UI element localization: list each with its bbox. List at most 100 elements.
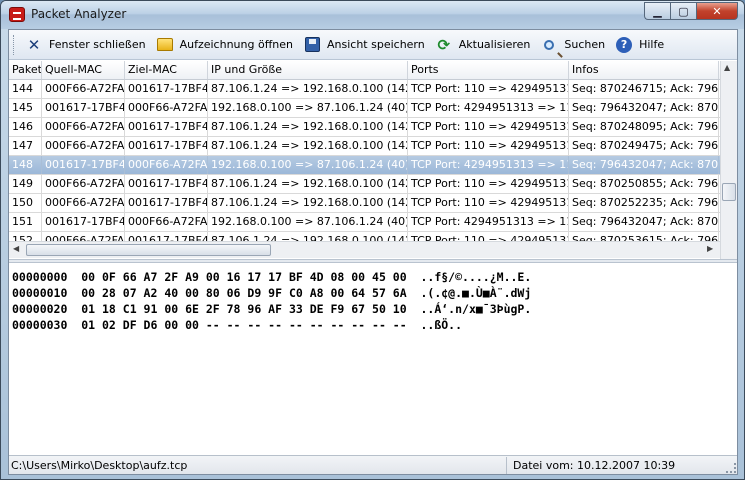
scroll-right-arrow-icon[interactable]: ▶: [707, 244, 713, 253]
cell-info: Seq: 870246715; Ack: 79643204: [569, 80, 719, 98]
cell-source-mac: 000F66-A72FA9: [42, 175, 125, 193]
open-recording-button[interactable]: Aufzeichnung öffnen: [152, 33, 299, 57]
cell-info: Seq: 796432047; Ack: 87025361: [569, 213, 719, 231]
close-window-tool-button[interactable]: ✕ Fenster schließen: [21, 33, 152, 57]
cell-ip-size: 87.106.1.24 => 192.168.0.100 (1420): [208, 80, 408, 98]
open-recording-label: Aufzeichnung öffnen: [179, 38, 293, 51]
column-header-source-mac[interactable]: Quell-MAC: [42, 61, 125, 79]
table-body: 144000F66-A72FA9001617-17BF4D87.106.1.24…: [9, 80, 737, 251]
hex-line: 00000020 01 18 C1 91 00 6E 2F 78 96 AF 3…: [12, 302, 532, 316]
file-path-status: C:\Users\Mirko\Desktop\aufz.tcp: [9, 456, 507, 474]
toolbar-grip[interactable]: [13, 34, 17, 55]
cell-packet: 150: [9, 194, 42, 212]
cell-source-mac: 001617-17BF4D: [42, 99, 125, 117]
cell-source-mac: 000F66-A72FA9: [42, 118, 125, 136]
refresh-icon: ⟳: [437, 35, 451, 54]
cell-source-mac: 000F66-A72FA9: [42, 80, 125, 98]
app-icon: [9, 7, 25, 22]
vertical-scroll-thumb[interactable]: [722, 183, 736, 201]
app-window: Packet Analyzer ▁ ▢ ✕ ✕ Fenster schließe…: [0, 0, 745, 480]
table-row[interactable]: 149000F66-A72FA9001617-17BF4D87.106.1.24…: [9, 175, 737, 194]
help-button[interactable]: ? Hilfe: [611, 33, 670, 57]
cell-packet: 149: [9, 175, 42, 193]
close-window-button[interactable]: ✕: [696, 2, 738, 20]
column-header-dest-mac[interactable]: Ziel-MAC: [125, 61, 208, 79]
cell-info: Seq: 870248095; Ack: 79643204: [569, 118, 719, 136]
search-button[interactable]: Suchen: [536, 33, 611, 57]
minimize-button[interactable]: ▁: [644, 2, 670, 20]
table-header: Paket Quell-MAC Ziel-MAC IP und Größe Po…: [9, 61, 737, 80]
cell-ip-size: 87.106.1.24 => 192.168.0.100 (1420): [208, 194, 408, 212]
cell-source-mac: 000F66-A72FA9: [42, 137, 125, 155]
maximize-button[interactable]: ▢: [670, 2, 696, 20]
table-row[interactable]: 147000F66-A72FA9001617-17BF4D87.106.1.24…: [9, 137, 737, 156]
cell-dest-mac: 001617-17BF4D: [125, 175, 208, 193]
cell-dest-mac: 000F66-A72FA9: [125, 213, 208, 231]
file-date-status: Datei vom: 10.12.2007 10:39: [513, 458, 676, 472]
cell-ports: TCP Port: 4294951313 => 110: [408, 213, 569, 231]
maximize-icon: ▢: [678, 4, 689, 18]
cell-ports: TCP Port: 110 => 4294951313: [408, 137, 569, 155]
table-row[interactable]: 151001617-17BF4D000F66-A72FA9192.168.0.1…: [9, 213, 737, 232]
cell-ports: TCP Port: 4294951313 => 110: [408, 99, 569, 117]
window-title: Packet Analyzer: [31, 7, 127, 21]
cell-info: Seq: 870249475; Ack: 79643204: [569, 137, 719, 155]
cell-dest-mac: 000F66-A72FA9: [125, 156, 208, 174]
cell-ports: TCP Port: 110 => 4294951313: [408, 118, 569, 136]
column-header-ports[interactable]: Ports: [408, 61, 569, 79]
help-label: Hilfe: [639, 38, 665, 51]
cell-dest-mac: 000F66-A72FA9: [125, 99, 208, 117]
vertical-scrollbar[interactable]: ▲ ▼: [720, 61, 737, 272]
table-row[interactable]: 144000F66-A72FA9001617-17BF4D87.106.1.24…: [9, 80, 737, 99]
title-bar[interactable]: Packet Analyzer ▁ ▢ ✕: [1, 1, 744, 29]
cell-ports: TCP Port: 4294951313 => 110: [408, 156, 569, 174]
save-view-label: Ansicht speichern: [327, 38, 425, 51]
save-view-button[interactable]: Ansicht speichern: [299, 33, 431, 57]
close-icon: ✕: [712, 4, 722, 18]
table-row[interactable]: 150000F66-A72FA9001617-17BF4D87.106.1.24…: [9, 194, 737, 213]
cell-info: Seq: 796432047; Ack: 87024802: [569, 99, 719, 117]
hex-dump-view[interactable]: 00000000 00 0F 66 A7 2F A9 00 16 17 17 B…: [9, 263, 737, 453]
cell-ports: TCP Port: 110 => 4294951313: [408, 80, 569, 98]
client-area: ✕ Fenster schließen Aufzeichnung öffnen …: [8, 29, 738, 475]
cell-source-mac: 001617-17BF4D: [42, 156, 125, 174]
table-row[interactable]: 145001617-17BF4D000F66-A72FA9192.168.0.1…: [9, 99, 737, 118]
cell-packet: 146: [9, 118, 42, 136]
cell-packet: 145: [9, 99, 42, 117]
toolbar: ✕ Fenster schließen Aufzeichnung öffnen …: [9, 30, 737, 60]
scroll-up-arrow-icon[interactable]: ▲: [724, 63, 730, 72]
save-disk-icon: [303, 36, 321, 54]
horizontal-scroll-thumb[interactable]: [26, 244, 271, 256]
search-label: Suchen: [564, 38, 606, 51]
column-header-packet[interactable]: Paket: [9, 61, 42, 79]
help-icon: ?: [615, 36, 633, 54]
column-header-info[interactable]: Infos: [569, 61, 719, 79]
cell-ip-size: 87.106.1.24 => 192.168.0.100 (1420): [208, 175, 408, 193]
cell-info: Seq: 796432047; Ack: 87025085: [569, 156, 719, 174]
cell-ip-size: 192.168.0.100 => 87.106.1.24 (40): [208, 156, 408, 174]
cell-packet: 151: [9, 213, 42, 231]
cell-ports: TCP Port: 110 => 4294951313: [408, 194, 569, 212]
scroll-left-arrow-icon[interactable]: ◀: [13, 244, 19, 253]
search-icon: [540, 36, 558, 54]
cell-ip-size: 192.168.0.100 => 87.106.1.24 (40): [208, 213, 408, 231]
cell-packet: 144: [9, 80, 42, 98]
close-icon: ✕: [27, 35, 41, 54]
hex-line: 00000000 00 0F 66 A7 2F A9 00 16 17 17 B…: [12, 270, 532, 284]
caption-buttons: ▁ ▢ ✕: [644, 2, 738, 20]
table-row[interactable]: 148001617-17BF4D000F66-A72FA9192.168.0.1…: [9, 156, 737, 175]
resize-grip[interactable]: [726, 463, 736, 473]
column-header-ip-size[interactable]: IP und Größe: [208, 61, 408, 79]
refresh-button[interactable]: ⟳ Aktualisieren: [431, 33, 537, 57]
hex-line: 00000030 01 02 DF D6 00 00 -- -- -- -- -…: [12, 318, 463, 332]
cell-ip-size: 87.106.1.24 => 192.168.0.100 (1420): [208, 118, 408, 136]
cell-packet: 147: [9, 137, 42, 155]
horizontal-scrollbar[interactable]: ◀ ▶: [9, 241, 720, 258]
cell-packet: 148: [9, 156, 42, 174]
cell-info: Seq: 870252235; Ack: 79643204: [569, 194, 719, 212]
table-row[interactable]: 146000F66-A72FA9001617-17BF4D87.106.1.24…: [9, 118, 737, 137]
cell-ports: TCP Port: 110 => 4294951313: [408, 175, 569, 193]
status-bar: C:\Users\Mirko\Desktop\aufz.tcp Datei vo…: [9, 455, 737, 474]
cell-ip-size: 192.168.0.100 => 87.106.1.24 (40): [208, 99, 408, 117]
refresh-label: Aktualisieren: [458, 38, 531, 51]
